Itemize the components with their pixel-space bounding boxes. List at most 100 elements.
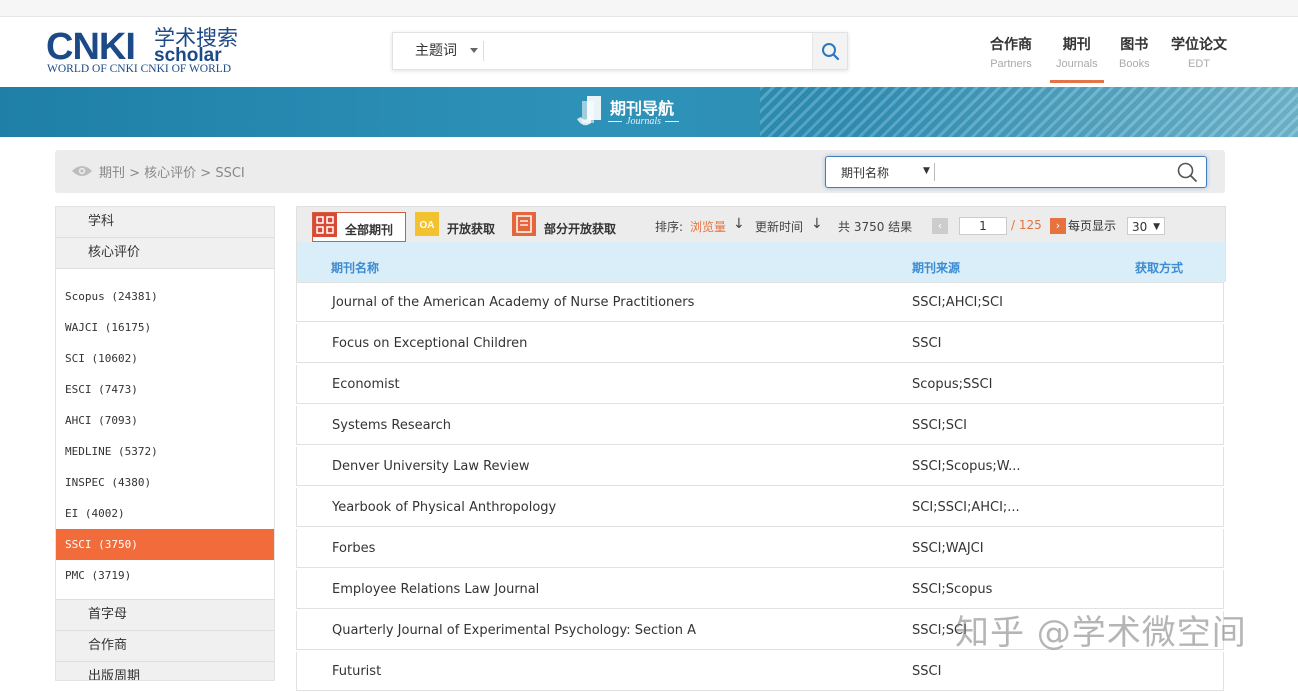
tab-label: 部分开放获取 <box>544 222 617 236</box>
page-number-input[interactable]: 1 <box>959 217 1007 235</box>
results-toolbar: 全部期刊 OA 开放获取 部分开放获取 排序: 浏览量 ↓ 更新时间 ↓ 共 3… <box>296 206 1226 242</box>
sidebar-item-ei[interactable]: EI (4002) <box>56 498 274 529</box>
caret-down-icon <box>470 48 478 53</box>
nav-books[interactable]: 图书 Books <box>1119 34 1150 70</box>
sort-by-updated[interactable]: 更新时间 <box>755 218 803 235</box>
nav-books-en: Books <box>1119 58 1150 70</box>
sidebar-item-wajci[interactable]: WAJCI (16175) <box>56 312 274 343</box>
sidebar-item-scopus[interactable]: Scopus (24381) <box>56 281 274 312</box>
table-row[interactable]: Economist Scopus;SSCI <box>296 365 1224 404</box>
search-icon[interactable] <box>1176 161 1198 183</box>
tab-all-journals[interactable]: 全部期刊 <box>312 212 406 242</box>
sidebar-item-ahci[interactable]: AHCI (7093) <box>56 405 274 436</box>
table-row[interactable]: Focus on Exceptional Children SSCI <box>296 324 1224 363</box>
sidebar-section-core[interactable]: 核心评价 <box>56 238 274 269</box>
nav-journals-en: Journals <box>1056 58 1098 70</box>
zhihu-watermark: 知乎 @学术微空间 <box>955 613 1247 653</box>
tab-open-access[interactable]: OA 开放获取 <box>415 212 505 240</box>
chevron-left-icon: ‹ <box>937 219 943 232</box>
nav-books-zh: 图书 <box>1120 37 1149 53</box>
prev-page-button[interactable]: ‹ <box>932 218 948 234</box>
logo-tagline: WORLD OF CNKI CNKI OF WORLD <box>47 63 232 75</box>
divider <box>934 163 935 181</box>
section-label: 核心评价 <box>88 245 141 260</box>
arrow-down-icon[interactable]: ↓ <box>733 216 745 232</box>
chevron-right-icon: › <box>1055 219 1061 232</box>
arrow-down-icon[interactable]: ↓ <box>811 216 823 232</box>
journal-name-link[interactable]: Forbes <box>332 541 375 556</box>
journal-search-type[interactable]: 期刊名称 <box>841 164 889 181</box>
sort-label: 排序: <box>655 220 684 234</box>
sidebar-item-esci[interactable]: ESCI (7473) <box>56 374 274 405</box>
per-page-label: 每页显示 <box>1068 219 1117 233</box>
tab-label: 全部期刊 <box>345 223 394 237</box>
sidebar-item-inspec[interactable]: INSPEC (4380) <box>56 467 274 498</box>
column-header-access[interactable]: 获取方式 <box>1135 259 1183 276</box>
journal-name-link[interactable]: Journal of the American Academy of Nurse… <box>332 295 694 310</box>
journal-source: SSCI;AHCI;SCI <box>912 295 1003 310</box>
nav-edt-en: EDT <box>1188 58 1210 70</box>
caret-down-icon: ▼ <box>1153 222 1160 232</box>
sidebar-section-subject[interactable]: 学科 <box>56 207 274 238</box>
column-header-source[interactable]: 期刊来源 <box>912 259 960 276</box>
table-row[interactable]: Employee Relations Law Journal SSCI;Scop… <box>296 570 1224 609</box>
header-search: 主题词 <box>392 32 848 70</box>
table-row[interactable]: Journal of the American Academy of Nurse… <box>296 282 1224 322</box>
banner-subtitle: Journals <box>604 116 683 127</box>
top-strip <box>0 0 1298 17</box>
table-row[interactable]: Yearbook of Physical Anthropology SCI;SS… <box>296 488 1224 527</box>
eye-icon <box>72 166 92 176</box>
journal-name-link[interactable]: Focus on Exceptional Children <box>332 336 527 351</box>
sidebar-item-medline[interactable]: MEDLINE (5372) <box>56 436 274 467</box>
nav-edt[interactable]: 学位论文 EDT <box>1171 34 1227 70</box>
journal-search: 期刊名称 ▼ <box>825 156 1207 188</box>
section-label: 首字母 <box>88 607 128 622</box>
site-header: CNKI 学术搜索 scholar WORLD OF CNKI CNKI OF … <box>0 17 1298 87</box>
nav-journals-zh: 期刊 <box>1062 37 1091 53</box>
divider <box>483 41 484 61</box>
sidebar-item-ssci[interactable]: SSCI (3750) <box>56 529 274 560</box>
journal-name-link[interactable]: Quarterly Journal of Experimental Psycho… <box>332 623 696 638</box>
table-row[interactable]: Systems Research SSCI;SCI <box>296 406 1224 445</box>
sidebar-section-letter[interactable]: 首字母 <box>56 599 274 631</box>
journal-search-input[interactable] <box>938 160 1172 184</box>
table-row[interactable]: Futurist SSCI <box>296 652 1224 691</box>
sidebar-item-sci[interactable]: SCI (10602) <box>56 343 274 374</box>
sidebar-section-period[interactable]: 出版周期 <box>56 662 274 680</box>
logo-cnki: CNKI <box>46 26 136 68</box>
journal-source: SCI;SSCI;AHCI;... <box>912 500 1020 515</box>
journal-name-link[interactable]: Employee Relations Law Journal <box>332 582 539 597</box>
next-page-button[interactable]: › <box>1050 218 1066 234</box>
nav-journals[interactable]: 期刊 Journals <box>1050 34 1104 83</box>
sidebar-item-pmc[interactable]: PMC (3719) <box>56 560 274 591</box>
search-type-label: 主题词 <box>415 43 457 59</box>
nav-active-underline <box>1050 80 1104 83</box>
sort-by-views[interactable]: 浏览量 <box>690 218 726 235</box>
journal-name-link[interactable]: Yearbook of Physical Anthropology <box>332 500 556 515</box>
table-row[interactable]: Denver University Law Review SSCI;Scopus… <box>296 447 1224 486</box>
column-header-name[interactable]: 期刊名称 <box>331 259 379 276</box>
core-index-list: Scopus (24381) WAJCI (16175) SCI (10602)… <box>56 269 274 599</box>
search-icon <box>822 43 840 61</box>
nav-edt-zh: 学位论文 <box>1171 37 1227 53</box>
journal-source: SSCI <box>912 336 942 351</box>
header-search-button[interactable] <box>812 33 847 69</box>
caret-down-icon[interactable]: ▼ <box>923 166 930 176</box>
table-row[interactable]: Forbes SSCI;WAJCI <box>296 529 1224 568</box>
breadcrumb[interactable]: 期刊 > 核心评价 > SSCI <box>99 162 245 181</box>
nav-partners[interactable]: 合作商 Partners <box>990 34 1032 70</box>
per-page-select[interactable]: 30 ▼ <box>1127 217 1165 235</box>
journal-name-link[interactable]: Systems Research <box>332 418 451 433</box>
header-search-input[interactable] <box>485 35 809 67</box>
sidebar-section-partner[interactable]: 合作商 <box>56 631 274 662</box>
tab-partial-open-access[interactable]: 部分开放获取 <box>512 212 622 240</box>
journal-name-link[interactable]: Economist <box>332 377 400 392</box>
journal-name-link[interactable]: Futurist <box>332 664 381 679</box>
journal-source: Scopus;SSCI <box>912 377 993 392</box>
banner-decoration <box>760 87 1298 137</box>
search-type-dropdown[interactable]: 主题词 <box>393 33 483 69</box>
section-label: 学科 <box>88 214 115 229</box>
journal-name-link[interactable]: Denver University Law Review <box>332 459 529 474</box>
page-total: / 125 <box>1011 218 1042 232</box>
cnki-scholar-logo[interactable]: CNKI 学术搜索 scholar WORLD OF CNKI CNKI OF … <box>46 26 246 79</box>
